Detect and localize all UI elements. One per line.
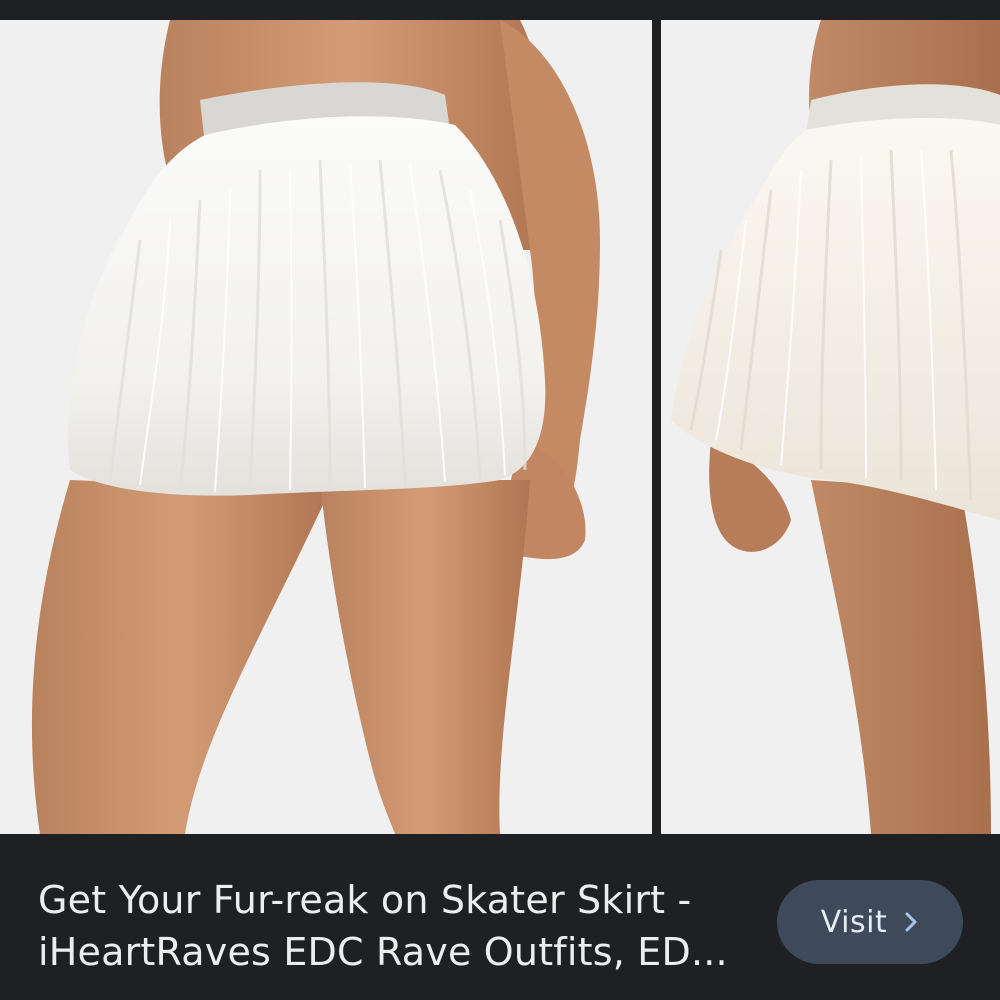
product-photo-front[interactable]	[0, 20, 652, 834]
visit-button-label: Visit	[820, 904, 888, 940]
result-title-link[interactable]: Get Your Fur-reak on Skater Skirt - iHea…	[38, 874, 738, 978]
result-caption-bar: Get Your Fur-reak on Skater Skirt - iHea…	[0, 834, 1000, 1000]
image-preview-screen: Get Your Fur-reak on Skater Skirt - iHea…	[0, 0, 1000, 1000]
product-photo-back[interactable]	[661, 20, 1000, 834]
result-title-line1: Get Your Fur-reak on Skater Skirt -	[38, 878, 692, 922]
chevron-right-icon	[903, 911, 919, 933]
visit-button[interactable]: Visit	[777, 880, 963, 964]
product-image-viewer[interactable]	[0, 20, 1000, 834]
status-bar-strip	[0, 0, 1000, 20]
result-title-line2: iHeartRaves EDC Rave Outfits, ED...	[38, 930, 728, 974]
